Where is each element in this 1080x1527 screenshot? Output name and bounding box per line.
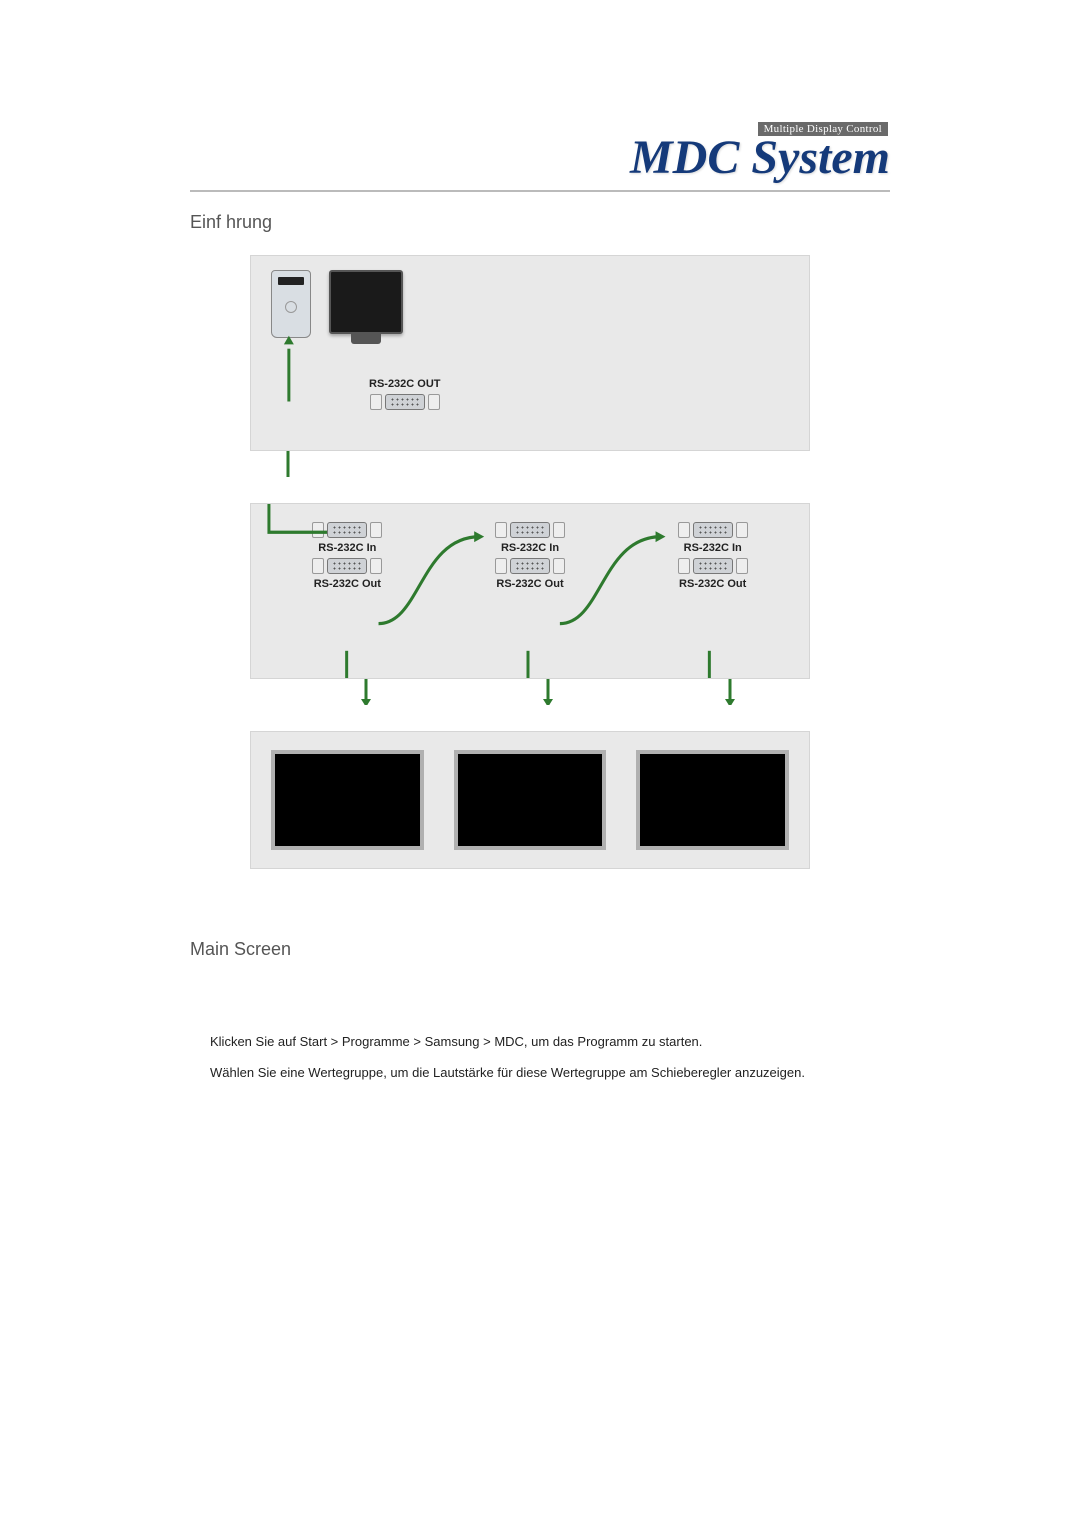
connection-diagram: RS-232C OUT	[250, 255, 810, 869]
hub-unit: RS-232C In RS-232C Out	[271, 518, 424, 594]
document-page: Multiple Display Control MDC System Einf…	[190, 0, 890, 1085]
logo-header: Multiple Display Control MDC System	[190, 120, 890, 192]
serial-port-icon	[495, 558, 565, 574]
connector-gap-icon	[250, 679, 810, 705]
serial-port-icon	[678, 522, 748, 538]
hub-unit: RS-232C In RS-232C Out	[636, 518, 789, 594]
serial-port-icon	[312, 558, 382, 574]
section-heading-intro: Einf hrung	[190, 212, 890, 233]
source-port-label: RS-232C OUT	[369, 378, 441, 410]
port-out-label: RS-232C Out	[636, 578, 789, 590]
port-label-text: RS-232C OUT	[369, 378, 441, 390]
port-out-label: RS-232C Out	[271, 578, 424, 590]
body-text: Klicken Sie auf Start > Programme > Sams…	[210, 1030, 890, 1085]
connector-gap-icon	[250, 451, 810, 477]
pc-tower-icon	[271, 270, 311, 338]
port-in-label: RS-232C In	[454, 542, 607, 554]
port-out-label: RS-232C Out	[454, 578, 607, 590]
display-screen-icon	[636, 750, 789, 850]
monitor-icon	[329, 270, 403, 334]
diagram-panel-source: RS-232C OUT	[250, 255, 810, 451]
logo-brand: MDC System	[630, 134, 890, 182]
hub-unit: RS-232C In RS-232C Out	[454, 518, 607, 594]
port-in-label: RS-232C In	[636, 542, 789, 554]
diagram-panel-displays	[250, 731, 810, 869]
logo: Multiple Display Control MDC System	[630, 120, 890, 182]
diagram-panel-hub: RS-232C In RS-232C Out RS-232C In RS-232…	[250, 503, 810, 679]
display-screen-icon	[454, 750, 607, 850]
serial-port-icon	[370, 394, 440, 410]
serial-port-icon	[495, 522, 565, 538]
serial-port-icon	[678, 558, 748, 574]
serial-port-icon	[312, 522, 382, 538]
paragraph: Klicken Sie auf Start > Programme > Sams…	[210, 1030, 890, 1055]
port-in-label: RS-232C In	[271, 542, 424, 554]
display-screen-icon	[271, 750, 424, 850]
paragraph: Wählen Sie eine Wertegruppe, um die Laut…	[210, 1061, 890, 1086]
section-heading-main: Main Screen	[190, 939, 890, 960]
